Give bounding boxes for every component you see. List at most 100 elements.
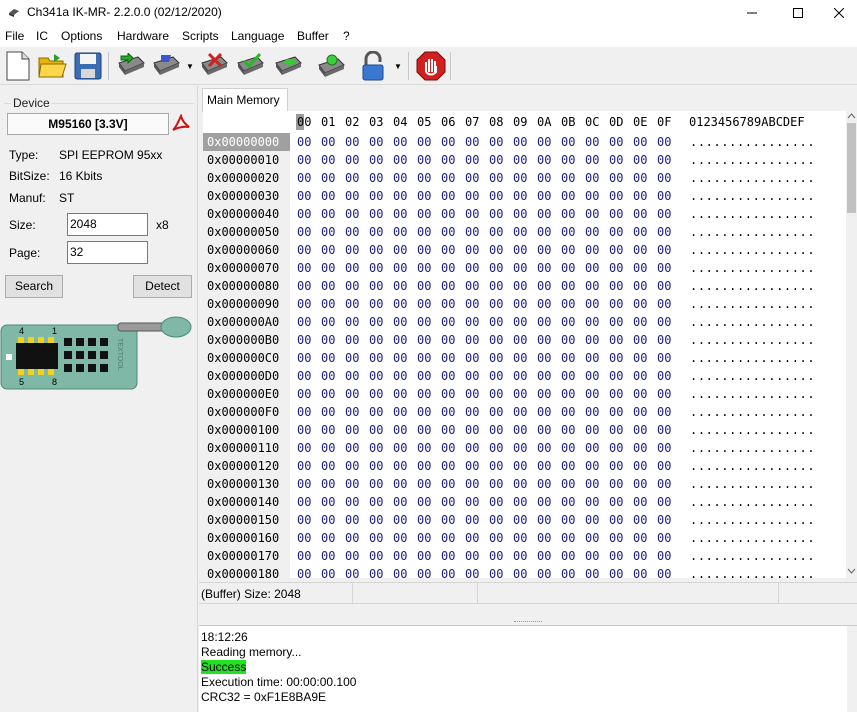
hex-byte-cell[interactable]: 00 xyxy=(657,439,671,457)
hex-byte-cell[interactable]: 00 xyxy=(321,439,335,457)
hex-byte-cell[interactable]: 00 xyxy=(321,457,335,475)
hex-byte-cell[interactable]: 00 xyxy=(465,493,479,511)
hex-byte-cell[interactable]: 00 xyxy=(489,529,503,547)
hex-byte-cell[interactable]: 00 xyxy=(585,385,599,403)
hex-byte-cell[interactable]: 00 xyxy=(345,421,359,439)
hex-byte-cell[interactable]: 00 xyxy=(609,151,623,169)
hex-byte-cell[interactable]: 00 xyxy=(417,259,431,277)
hex-byte-cell[interactable]: 00 xyxy=(513,331,527,349)
hex-byte-cell[interactable]: 00 xyxy=(633,421,647,439)
hex-byte-cell[interactable]: 00 xyxy=(633,277,647,295)
scroll-thumb[interactable] xyxy=(847,123,856,213)
hex-byte-cell[interactable]: 00 xyxy=(561,349,575,367)
hex-byte-cell[interactable]: 00 xyxy=(417,529,431,547)
hex-byte-cell[interactable]: 00 xyxy=(537,187,551,205)
hex-byte-cell[interactable]: 00 xyxy=(489,475,503,493)
hex-byte-cell[interactable]: 00 xyxy=(537,421,551,439)
hex-byte-cell[interactable]: 00 xyxy=(537,511,551,529)
hex-byte-cell[interactable]: 00 xyxy=(417,151,431,169)
hex-byte-cell[interactable]: 00 xyxy=(609,223,623,241)
hex-byte-cell[interactable]: 00 xyxy=(393,457,407,475)
hex-byte-cell[interactable]: 00 xyxy=(537,295,551,313)
hex-vertical-scrollbar[interactable] xyxy=(846,111,857,578)
hex-byte-cell[interactable]: 00 xyxy=(321,151,335,169)
hex-byte-cell[interactable]: 00 xyxy=(489,241,503,259)
hex-byte-cell[interactable]: 00 xyxy=(417,439,431,457)
hex-byte-cell[interactable]: 00 xyxy=(369,547,383,565)
row-address[interactable]: 0x00000160 xyxy=(203,529,290,547)
hex-byte-cell[interactable]: 00 xyxy=(441,367,455,385)
hex-byte-cell[interactable]: 00 xyxy=(561,439,575,457)
menu-options[interactable]: Options xyxy=(61,29,102,43)
blank-check-button[interactable] xyxy=(272,50,304,82)
hex-byte-cell[interactable]: 00 xyxy=(561,295,575,313)
hex-byte-cell[interactable]: 00 xyxy=(513,439,527,457)
row-address[interactable]: 0x000000A0 xyxy=(203,313,290,331)
hex-byte-cell[interactable]: 00 xyxy=(585,277,599,295)
hex-byte-cell[interactable]: 00 xyxy=(657,277,671,295)
hex-byte-cell[interactable]: 00 xyxy=(393,547,407,565)
hex-byte-cell[interactable]: 00 xyxy=(537,529,551,547)
hex-byte-cell[interactable]: 00 xyxy=(561,421,575,439)
hex-byte-cell[interactable]: 00 xyxy=(633,457,647,475)
hex-byte-cell[interactable]: 00 xyxy=(657,511,671,529)
hex-byte-cell[interactable]: 00 xyxy=(321,331,335,349)
hex-byte-cell[interactable]: 00 xyxy=(585,349,599,367)
hex-byte-cell[interactable]: 00 xyxy=(561,403,575,421)
hex-byte-cell[interactable]: 00 xyxy=(345,385,359,403)
hex-byte-cell[interactable]: 00 xyxy=(633,367,647,385)
hex-byte-cell[interactable]: 00 xyxy=(513,493,527,511)
hex-byte-cell[interactable]: 00 xyxy=(393,403,407,421)
hex-byte-cell[interactable]: 00 xyxy=(441,349,455,367)
hex-byte-cell[interactable]: 00 xyxy=(537,223,551,241)
hex-byte-cell[interactable]: 00 xyxy=(585,331,599,349)
hex-byte-cell[interactable]: 00 xyxy=(441,133,455,151)
hex-byte-cell[interactable]: 00 xyxy=(465,133,479,151)
hex-byte-cell[interactable]: 00 xyxy=(537,133,551,151)
ascii-cell[interactable]: ................ xyxy=(690,349,815,367)
ascii-cell[interactable]: ................ xyxy=(690,295,815,313)
hex-byte-cell[interactable]: 00 xyxy=(657,187,671,205)
hex-byte-cell[interactable]: 00 xyxy=(321,547,335,565)
datasheet-pdf-button[interactable] xyxy=(171,113,191,134)
hex-byte-cell[interactable]: 00 xyxy=(393,529,407,547)
ascii-cell[interactable]: ................ xyxy=(690,133,815,151)
hex-byte-cell[interactable]: 00 xyxy=(489,169,503,187)
hex-byte-cell[interactable]: 00 xyxy=(297,313,311,331)
hex-byte-cell[interactable]: 00 xyxy=(537,367,551,385)
hex-byte-cell[interactable]: 00 xyxy=(393,241,407,259)
hex-byte-cell[interactable]: 00 xyxy=(609,313,623,331)
hex-byte-cell[interactable]: 00 xyxy=(513,421,527,439)
hex-byte-cell[interactable]: 00 xyxy=(537,169,551,187)
hex-byte-cell[interactable]: 00 xyxy=(633,187,647,205)
menu-language[interactable]: Language xyxy=(231,29,284,43)
hex-byte-cell[interactable]: 00 xyxy=(633,241,647,259)
hex-byte-cell[interactable]: 00 xyxy=(657,313,671,331)
hex-byte-cell[interactable]: 00 xyxy=(633,259,647,277)
hex-byte-cell[interactable]: 00 xyxy=(345,475,359,493)
hex-byte-cell[interactable]: 00 xyxy=(513,259,527,277)
hex-byte-cell[interactable]: 00 xyxy=(513,187,527,205)
hex-byte-cell[interactable]: 00 xyxy=(585,367,599,385)
hex-byte-cell[interactable]: 00 xyxy=(633,439,647,457)
hex-byte-cell[interactable]: 00 xyxy=(369,223,383,241)
menu-file[interactable]: File xyxy=(5,29,24,43)
hex-byte-cell[interactable]: 00 xyxy=(441,565,455,578)
hex-byte-cell[interactable]: 00 xyxy=(441,295,455,313)
hex-byte-cell[interactable]: 00 xyxy=(489,421,503,439)
hex-byte-cell[interactable]: 00 xyxy=(609,421,623,439)
hex-byte-cell[interactable]: 00 xyxy=(537,385,551,403)
row-address[interactable]: 0x000000F0 xyxy=(203,403,290,421)
hex-byte-cell[interactable]: 00 xyxy=(321,367,335,385)
hex-byte-cell[interactable]: 00 xyxy=(369,151,383,169)
hex-byte-cell[interactable]: 00 xyxy=(585,187,599,205)
row-address[interactable]: 0x00000130 xyxy=(203,475,290,493)
ascii-cell[interactable]: ................ xyxy=(690,439,815,457)
hex-byte-cell[interactable]: 00 xyxy=(657,367,671,385)
hex-byte-cell[interactable]: 00 xyxy=(393,133,407,151)
hex-byte-cell[interactable]: 00 xyxy=(441,277,455,295)
hex-byte-cell[interactable]: 00 xyxy=(393,439,407,457)
hex-byte-cell[interactable]: 00 xyxy=(441,187,455,205)
row-address[interactable]: 0x00000030 xyxy=(203,187,290,205)
hex-byte-cell[interactable]: 00 xyxy=(609,331,623,349)
